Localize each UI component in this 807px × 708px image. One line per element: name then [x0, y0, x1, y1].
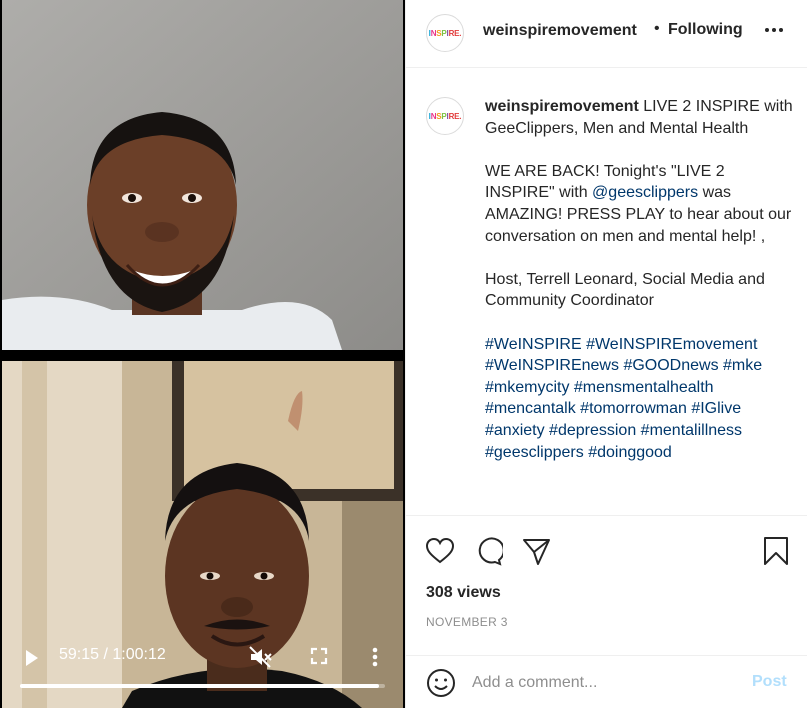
- views-count[interactable]: 308 views: [426, 584, 501, 602]
- caption-username[interactable]: weinspiremovement: [485, 98, 639, 115]
- hashtag-link[interactable]: #mencantalk: [485, 400, 576, 417]
- post-header: INSPIRE. weinspiremovement • Following: [406, 0, 807, 68]
- video-player[interactable]: 59:15 / 1:00:12: [0, 0, 405, 708]
- video-progress-bar[interactable]: [20, 684, 385, 688]
- caption-para2: Host, Terrell Leonard, Social Media and …: [485, 270, 765, 310]
- caption-section: INSPIRE. weinspiremovement LIVE 2 INSPIR…: [406, 69, 807, 515]
- hashtag-link[interactable]: #geesclippers: [485, 444, 584, 461]
- hashtag-link[interactable]: #depression: [549, 422, 636, 439]
- header-username[interactable]: weinspiremovement: [483, 22, 637, 40]
- paper-plane-icon[interactable]: [521, 536, 551, 566]
- hashtag-link[interactable]: #mentalillness: [641, 422, 742, 439]
- post-panel: INSPIRE. weinspiremovement • Following I…: [405, 0, 807, 708]
- play-icon[interactable]: [20, 647, 42, 669]
- host-figure: [2, 0, 403, 350]
- horizontal-dots-icon[interactable]: [762, 18, 786, 42]
- separator-dot: •: [654, 20, 660, 37]
- avatar-logo-text: INSPIRE.: [428, 28, 462, 38]
- action-bar: [406, 515, 807, 585]
- mention-link[interactable]: @geesclippers: [592, 184, 698, 201]
- emoji-icon[interactable]: [426, 668, 456, 698]
- caption-text: weinspiremovement LIVE 2 INSPIRE with Ge…: [485, 96, 797, 463]
- video-progress-fill: [20, 684, 380, 688]
- post-button[interactable]: Post: [752, 673, 787, 691]
- vertical-dots-icon[interactable]: [367, 645, 383, 669]
- following-button[interactable]: Following: [668, 21, 743, 39]
- avatar-logo-text: INSPIRE.: [428, 111, 462, 121]
- hashtag-link[interactable]: #mke: [723, 357, 762, 374]
- video-time: 59:15 / 1:00:12: [59, 646, 166, 663]
- mute-icon[interactable]: [248, 645, 274, 669]
- hashtag-link[interactable]: #anxiety: [485, 422, 545, 439]
- avatar[interactable]: INSPIRE.: [426, 14, 464, 52]
- hashtag-link[interactable]: #tomorrowman: [580, 400, 687, 417]
- post-date: NOVEMBER 3: [426, 615, 508, 629]
- hashtag-link[interactable]: #WeINSPIRE: [485, 336, 582, 353]
- comment-bar: Post: [406, 655, 807, 708]
- comment-input[interactable]: [472, 670, 732, 696]
- hashtag-link[interactable]: #WeINSPIREnews: [485, 357, 619, 374]
- hashtag-link[interactable]: #mensmentalhealth: [574, 379, 714, 396]
- fullscreen-icon[interactable]: [309, 646, 329, 666]
- hashtag-link[interactable]: #WeINSPIREmovement: [586, 336, 757, 353]
- video-feed-top: [2, 0, 403, 350]
- video-controls: 59:15 / 1:00:12: [0, 640, 405, 708]
- hashtag-list: #WeINSPIRE #WeINSPIREmovement #WeINSPIRE…: [485, 334, 797, 464]
- hashtag-link[interactable]: #mkemycity: [485, 379, 569, 396]
- comment-icon[interactable]: [473, 536, 505, 566]
- caption-avatar[interactable]: INSPIRE.: [426, 97, 464, 135]
- bookmark-icon[interactable]: [761, 536, 791, 566]
- hashtag-link[interactable]: #IGlive: [691, 400, 741, 417]
- hashtag-link[interactable]: #GOODnews: [623, 357, 718, 374]
- hashtag-link[interactable]: #doinggood: [588, 444, 672, 461]
- heart-icon[interactable]: [425, 536, 455, 566]
